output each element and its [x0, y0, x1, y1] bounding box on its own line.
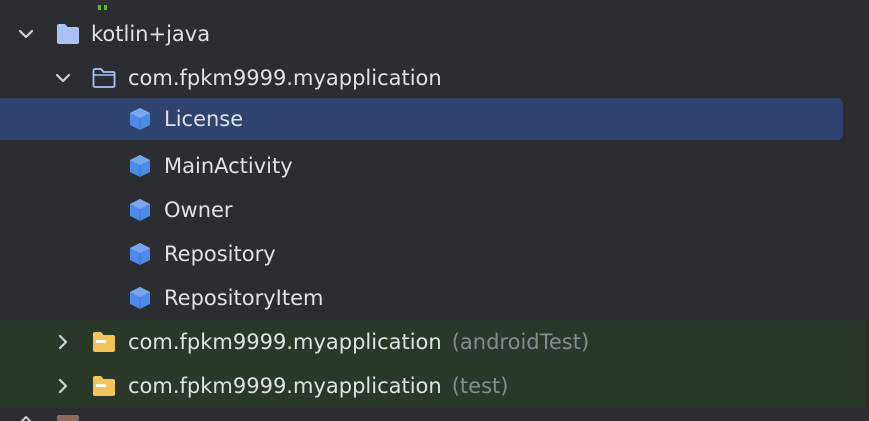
- chevron-down-icon[interactable]: [54, 69, 72, 87]
- folder-icon: [57, 415, 79, 421]
- package-outline-icon: [92, 68, 116, 88]
- tree-node-class-mainactivity[interactable]: MainActivity: [0, 144, 869, 188]
- chevron-right-icon[interactable]: [54, 377, 72, 395]
- partial-row-bottom: [0, 410, 869, 421]
- tree-node-class-license[interactable]: License: [0, 97, 869, 141]
- tree-node-package-androidtest[interactable]: com.fpkm9999.myapplication (androidTest): [0, 320, 867, 364]
- chevron-right-icon[interactable]: [54, 333, 72, 351]
- class-icon: [130, 155, 150, 177]
- tree-node-label: kotlin+java: [91, 22, 211, 46]
- tree-node-package-test[interactable]: com.fpkm9999.myapplication (test): [0, 364, 867, 408]
- class-icon: [130, 199, 150, 221]
- project-tree: kotlin+java com.fpkm9999.myapplication L…: [0, 0, 869, 421]
- tree-node-class-owner[interactable]: Owner: [0, 188, 869, 232]
- tree-node-label: com.fpkm9999.myapplication: [128, 374, 442, 398]
- tree-node-label: MainActivity: [164, 154, 293, 178]
- tree-node-label: License: [164, 107, 244, 131]
- class-icon: [130, 108, 150, 130]
- tree-node-suffix: (androidTest): [451, 330, 590, 354]
- tree-node-label: Repository: [164, 242, 276, 266]
- tree-node-suffix: (test): [451, 374, 509, 398]
- class-icon: [130, 287, 150, 309]
- tree-node-package[interactable]: com.fpkm9999.myapplication: [0, 56, 869, 100]
- tree-node-class-repositoryitem[interactable]: RepositoryItem: [0, 276, 869, 320]
- folder-icon: [57, 24, 79, 44]
- test-package-icon: [93, 332, 115, 352]
- tree-node-label: RepositoryItem: [164, 286, 324, 310]
- chevron-down-icon[interactable]: [17, 25, 35, 43]
- tree-node-kotlin-java[interactable]: kotlin+java: [0, 12, 869, 56]
- partial-row-top: [96, 0, 110, 10]
- chevron-icon: [20, 415, 32, 421]
- tree-node-label: Owner: [164, 198, 233, 222]
- class-icon: [130, 243, 150, 265]
- test-package-icon: [93, 376, 115, 396]
- tree-node-class-repository[interactable]: Repository: [0, 232, 869, 276]
- tree-node-label-group: com.fpkm9999.myapplication (androidTest): [128, 329, 589, 355]
- tree-node-label: com.fpkm9999.myapplication: [128, 66, 442, 90]
- tree-node-label: com.fpkm9999.myapplication: [128, 330, 442, 354]
- tree-node-label-group: com.fpkm9999.myapplication (test): [128, 373, 508, 399]
